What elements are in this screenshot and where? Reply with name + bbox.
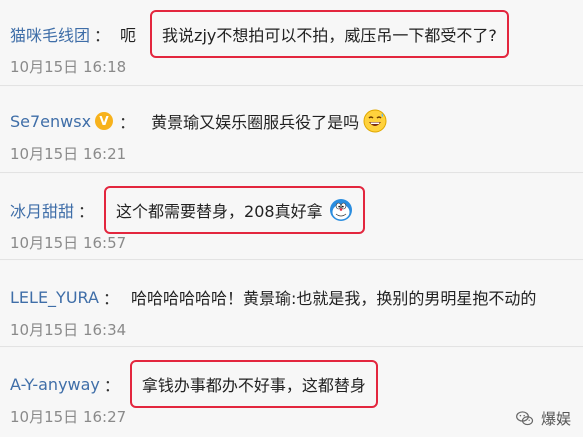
comment-item: 冰月甜甜 ： 这个都需要替身，208真好拿 10月15日 16:57 — [0, 174, 583, 260]
comment-time: 10月15日 16:57 — [10, 234, 127, 252]
username[interactable]: LELE_YURA — [10, 288, 99, 307]
highlighted-comment-text: 这个都需要替身，208真好拿 — [104, 186, 365, 234]
comment-line: 冰月甜甜 ： 这个都需要替身，208真好拿 — [10, 186, 365, 234]
watermark-text: 爆娱 — [540, 410, 571, 428]
separator: ： — [102, 289, 119, 308]
separator: ： — [94, 26, 111, 45]
grinning-sweat-emoji-icon — [363, 109, 387, 133]
comment-text: 这个都需要替身，208真好拿 — [116, 202, 323, 221]
watermark: 爆娱 — [515, 408, 571, 429]
comment-line: LELE_YURA ： 哈哈哈哈哈哈！黄景瑜:也就是我，换别的男明星抱不动的 — [10, 285, 536, 309]
comment-item: Se7enwsx V ： 黄景瑜又娱乐圈服兵役了是吗 10月15日 16:21 — [0, 87, 583, 173]
comment-item: A-Y-anyway ： 拿钱办事都办不好事，这都替身 10月15日 16:27 — [0, 348, 583, 437]
separator: ： — [103, 376, 120, 395]
verified-badge-icon: V — [95, 112, 114, 130]
comment-time: 10月15日 16:34 — [10, 321, 127, 339]
comment-line: Se7enwsx V ： 黄景瑜又娱乐圈服兵役了是吗 — [10, 109, 387, 133]
username[interactable]: Se7enwsx — [10, 112, 91, 131]
wechat-icon — [516, 410, 534, 425]
separator: ： — [119, 113, 136, 132]
username[interactable]: A-Y-anyway — [10, 375, 100, 394]
doraemon-emoji-icon — [329, 199, 352, 221]
comment-list: 猫咪毛线团 ： 呃 我说zjy不想拍可以不拍，威压吊一下都受不了? 10月15日… — [0, 0, 583, 437]
comment-time: 10月15日 16:21 — [10, 145, 127, 163]
comment-line: 猫咪毛线团 ： 呃 我说zjy不想拍可以不拍，威压吊一下都受不了? — [10, 10, 509, 58]
comment-item: LELE_YURA ： 哈哈哈哈哈哈！黄景瑜:也就是我，换别的男明星抱不动的 1… — [0, 261, 583, 347]
comment-text: 黄景瑜又娱乐圈服兵役了是吗 — [151, 113, 360, 132]
highlighted-comment-text: 拿钱办事都办不好事，这都替身 — [129, 360, 378, 408]
comment-item: 猫咪毛线团 ： 呃 我说zjy不想拍可以不拍，威压吊一下都受不了? 10月15日… — [0, 0, 583, 86]
comment-line: A-Y-anyway ： 拿钱办事都办不好事，这都替身 — [10, 360, 378, 408]
highlighted-comment-text: 我说zjy不想拍可以不拍，威压吊一下都受不了? — [150, 10, 509, 58]
separator: ： — [78, 202, 95, 221]
username[interactable]: 冰月甜甜 — [10, 198, 74, 222]
username[interactable]: 猫咪毛线团 — [10, 22, 90, 46]
comment-prefix: 呃 — [120, 26, 137, 45]
comment-text: 哈哈哈哈哈哈！黄景瑜:也就是我，换别的男明星抱不动的 — [130, 289, 537, 308]
comment-time: 10月15日 16:27 — [10, 408, 127, 426]
comment-time: 10月15日 16:18 — [10, 58, 127, 76]
